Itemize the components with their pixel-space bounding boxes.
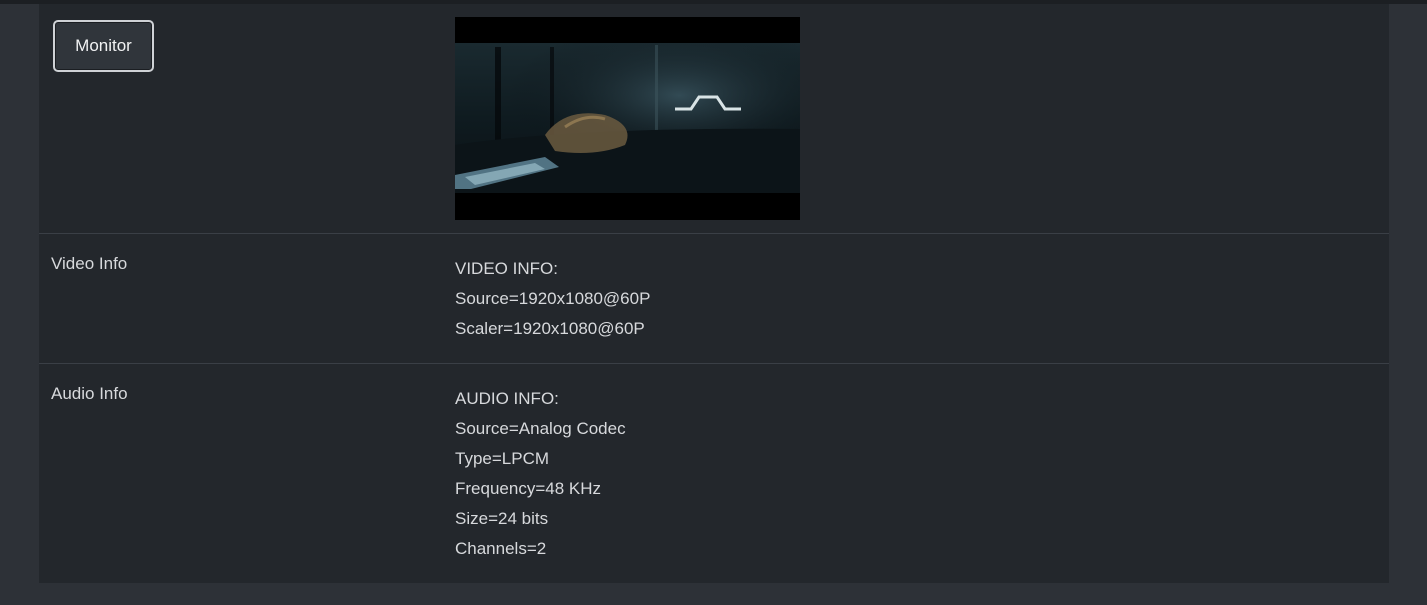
video-info-row: Video Info VIDEO INFO: Source=1920x1080@… <box>39 233 1389 363</box>
video-info-label: Video Info <box>51 254 128 273</box>
audio-info-line: Frequency=48 KHz <box>455 479 601 498</box>
audio-info-line: AUDIO INFO: <box>455 389 559 408</box>
audio-info-label: Audio Info <box>51 384 128 403</box>
info-panel: Monitor Video Info VIDEO INFO: Source=19… <box>39 4 1389 583</box>
monitor-row: Monitor <box>39 4 1389 233</box>
video-preview <box>455 17 800 220</box>
monitor-button[interactable]: Monitor <box>53 20 154 72</box>
video-info-line: Source=1920x1080@60P <box>455 289 651 308</box>
video-info-values: VIDEO INFO: Source=1920x1080@60P Scaler=… <box>455 254 650 344</box>
video-info-line: Scaler=1920x1080@60P <box>455 319 645 338</box>
audio-info-line: Source=Analog Codec <box>455 419 626 438</box>
audio-info-line: Size=24 bits <box>455 509 549 528</box>
video-frame-image <box>455 17 800 220</box>
audio-info-values: AUDIO INFO: Source=Analog Codec Type=LPC… <box>455 384 626 564</box>
audio-info-row: Audio Info AUDIO INFO: Source=Analog Cod… <box>39 363 1389 583</box>
audio-info-line: Type=LPCM <box>455 449 550 468</box>
audio-info-line: Channels=2 <box>455 539 547 558</box>
video-info-line: VIDEO INFO: <box>455 259 558 278</box>
